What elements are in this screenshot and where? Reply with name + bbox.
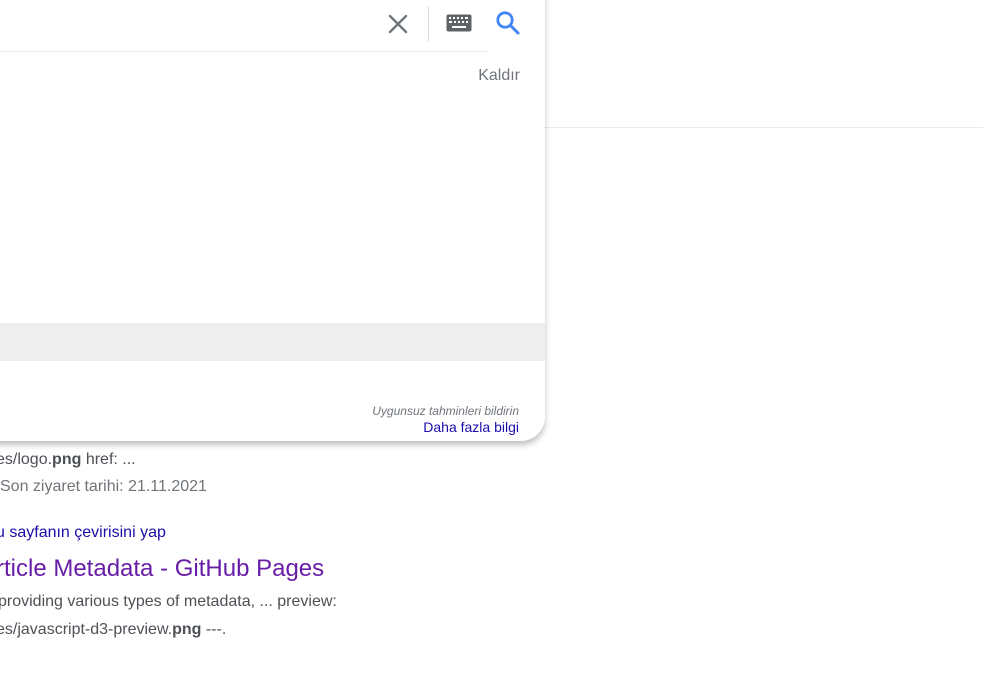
remove-suggestion-link[interactable]: Kaldır	[478, 67, 520, 85]
suggestion-highlighted-row[interactable]	[0, 323, 545, 361]
keyboard-icon	[446, 14, 472, 32]
close-icon	[388, 14, 408, 34]
searchbar-divider	[0, 51, 488, 52]
more-info-link[interactable]: Daha fazla bilgi	[423, 419, 519, 435]
result-snippet: es/logo.png href: ...	[0, 451, 136, 468]
search-button[interactable]	[495, 10, 521, 36]
visited-date: Son ziyaret tarihi: 21.11.2021	[0, 478, 207, 495]
virtual-keyboard-button[interactable]	[446, 14, 472, 32]
result-snippet: providing various types of metadata, ...…	[0, 593, 337, 610]
result-title-link[interactable]: rticle Metadata - GitHub Pages	[0, 555, 324, 583]
translate-page-link[interactable]: u sayfanın çevirisini yap	[0, 524, 166, 542]
search-icon	[496, 11, 520, 35]
report-predictions-link[interactable]: Uygunsuz tahminleri bildirin	[372, 404, 519, 418]
search-suggestions-dropdown: Kaldır Uygunsuz tahminleri bildirin Daha…	[0, 0, 545, 441]
clear-search-button[interactable]	[386, 12, 410, 36]
toolbar-separator	[428, 6, 429, 42]
result-snippet: es/javascript-d3-preview.png ---.	[0, 621, 227, 638]
